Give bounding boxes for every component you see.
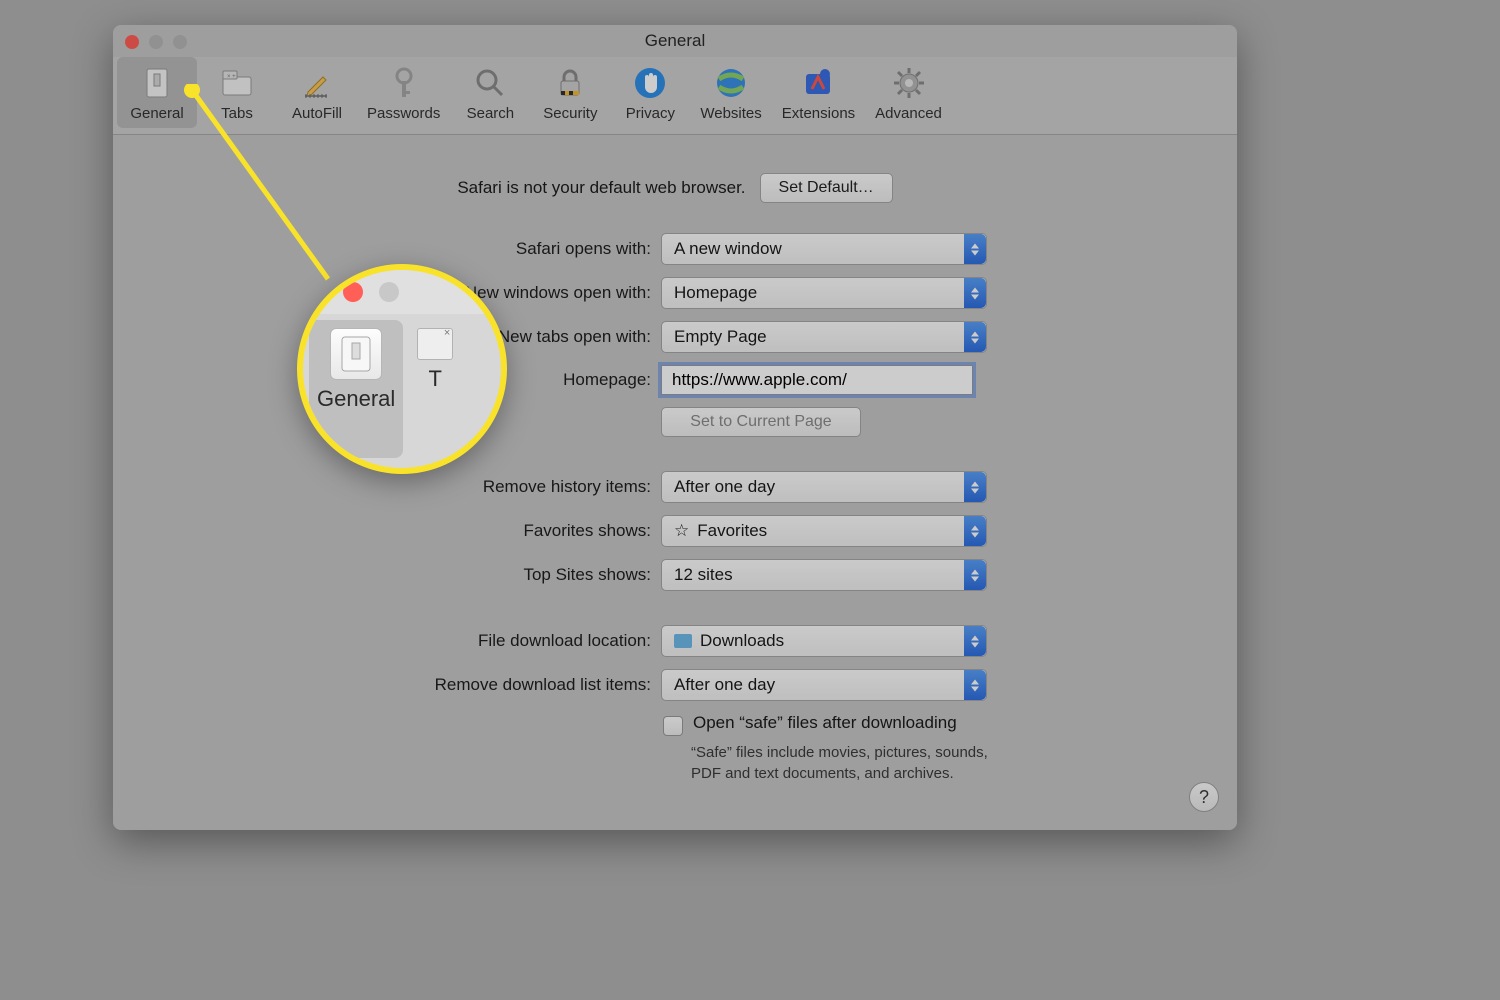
tab-label: General bbox=[130, 105, 183, 122]
zoom-window-button[interactable] bbox=[173, 35, 187, 49]
dropdown-tabs-open-with[interactable]: Empty Page bbox=[661, 321, 987, 353]
minimize-icon bbox=[379, 282, 399, 302]
titlebar: General bbox=[113, 25, 1237, 57]
dropdown-favorites-shows[interactable]: ☆ Favorites bbox=[661, 515, 987, 547]
chevron-updown-icon bbox=[964, 472, 986, 502]
callout-line bbox=[183, 84, 343, 284]
globe-icon bbox=[711, 63, 751, 103]
dropdown-value: 12 sites bbox=[674, 565, 733, 585]
tab-security[interactable]: Security bbox=[530, 57, 610, 128]
minimize-window-button[interactable] bbox=[149, 35, 163, 49]
tab-advanced[interactable]: Advanced bbox=[865, 57, 952, 128]
general-icon bbox=[330, 328, 382, 380]
tabs-icon: × bbox=[417, 328, 453, 360]
set-default-button[interactable]: Set Default… bbox=[760, 173, 893, 203]
label-download-location: File download location: bbox=[153, 631, 661, 651]
label-favorites-shows: Favorites shows: bbox=[153, 521, 661, 541]
magnifier-general-label: General bbox=[317, 386, 395, 412]
chevron-updown-icon bbox=[964, 516, 986, 546]
close-window-button[interactable] bbox=[125, 35, 139, 49]
magnifier-tabs-label: T bbox=[429, 366, 442, 392]
dropdown-download-location[interactable]: Downloads bbox=[661, 625, 987, 657]
search-icon bbox=[470, 63, 510, 103]
dropdown-windows-open-with[interactable]: Homepage bbox=[661, 277, 987, 309]
tab-passwords[interactable]: Passwords bbox=[357, 57, 450, 128]
dropdown-remove-history[interactable]: After one day bbox=[661, 471, 987, 503]
label-remove-downloads: Remove download list items: bbox=[153, 675, 661, 695]
chevron-updown-icon bbox=[964, 670, 986, 700]
tab-label: Extensions bbox=[782, 105, 855, 122]
dropdown-value: Downloads bbox=[700, 631, 784, 651]
dropdown-opens-with[interactable]: A new window bbox=[661, 233, 987, 265]
safe-files-hint: “Safe” files include movies, pictures, s… bbox=[691, 742, 1021, 784]
tab-label: Advanced bbox=[875, 105, 942, 122]
dropdown-value: After one day bbox=[674, 675, 775, 695]
dropdown-value: A new window bbox=[674, 239, 782, 259]
chevron-updown-icon bbox=[964, 322, 986, 352]
chevron-updown-icon bbox=[964, 560, 986, 590]
chevron-updown-icon bbox=[964, 278, 986, 308]
window-title: General bbox=[645, 31, 705, 51]
dropdown-remove-downloads[interactable]: After one day bbox=[661, 669, 987, 701]
tab-privacy[interactable]: Privacy bbox=[610, 57, 690, 128]
star-icon: ☆ bbox=[674, 521, 689, 541]
label-remove-history: Remove history items: bbox=[153, 477, 661, 497]
chevron-updown-icon bbox=[964, 626, 986, 656]
safe-files-label: Open “safe” files after downloading bbox=[693, 713, 957, 733]
banner-text: Safari is not your default web browser. bbox=[457, 178, 745, 198]
magnifier-general-tab: General bbox=[309, 320, 403, 458]
tab-search[interactable]: Search bbox=[450, 57, 530, 128]
dropdown-value: Homepage bbox=[674, 283, 757, 303]
tab-label: Search bbox=[467, 105, 515, 122]
tab-websites[interactable]: Websites bbox=[690, 57, 771, 128]
folder-icon bbox=[674, 634, 692, 648]
set-current-page-button[interactable]: Set to Current Page bbox=[661, 407, 861, 437]
tab-label: Websites bbox=[700, 105, 761, 122]
homepage-input[interactable] bbox=[661, 365, 973, 395]
extensions-icon bbox=[798, 63, 838, 103]
tab-extensions[interactable]: Extensions bbox=[772, 57, 865, 128]
lock-icon bbox=[550, 63, 590, 103]
tab-label: Security bbox=[543, 105, 597, 122]
dropdown-value: Favorites bbox=[697, 521, 767, 541]
hand-icon bbox=[630, 63, 670, 103]
svg-text:× +: × + bbox=[227, 74, 236, 80]
dropdown-value: After one day bbox=[674, 477, 775, 497]
dropdown-top-sites-shows[interactable]: 12 sites bbox=[661, 559, 987, 591]
magnifier-callout: General × T bbox=[297, 264, 507, 474]
safe-files-checkbox[interactable] bbox=[663, 716, 683, 736]
label-top-sites-shows: Top Sites shows: bbox=[153, 565, 661, 585]
gear-icon bbox=[889, 63, 929, 103]
dropdown-value: Empty Page bbox=[674, 327, 767, 347]
chevron-updown-icon bbox=[964, 234, 986, 264]
key-icon bbox=[384, 63, 424, 103]
tab-label: Passwords bbox=[367, 105, 440, 122]
close-icon bbox=[343, 282, 363, 302]
tab-label: Privacy bbox=[626, 105, 675, 122]
magnifier-tabs-tab: × T bbox=[409, 314, 461, 464]
help-button[interactable]: ? bbox=[1189, 782, 1219, 812]
general-icon bbox=[137, 63, 177, 103]
window-controls bbox=[125, 35, 187, 49]
